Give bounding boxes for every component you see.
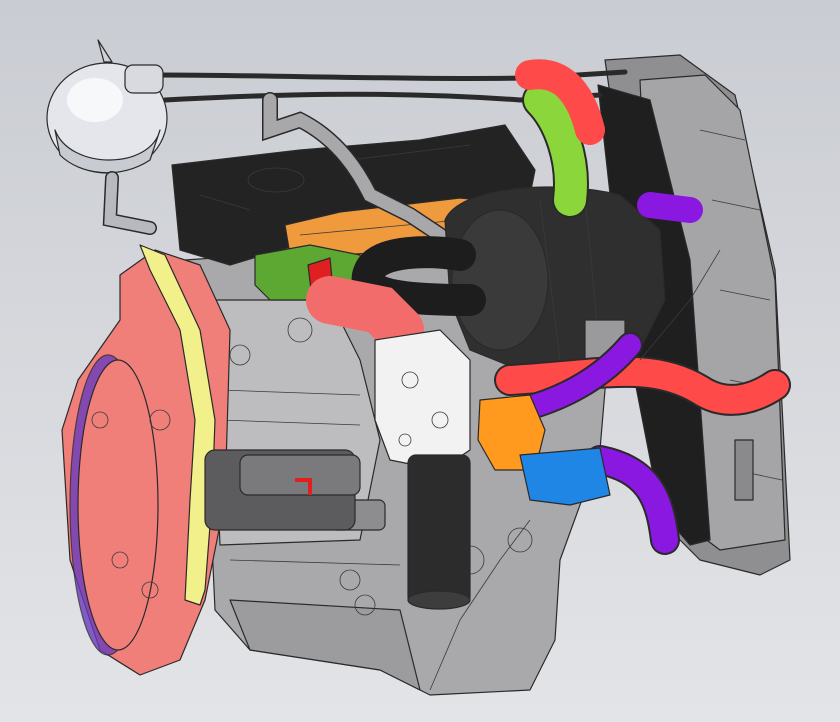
intake-hose-green[interactable] [515, 59, 605, 218]
water-pump[interactable] [519, 447, 611, 506]
engine-3d-model[interactable] [0, 0, 840, 722]
starter-motor[interactable] [204, 449, 361, 531]
3d-viewport[interactable] [0, 0, 840, 722]
expansion-tank[interactable] [46, 39, 168, 235]
oil-filter[interactable] [407, 454, 471, 610]
fuel-pump[interactable] [374, 329, 471, 471]
